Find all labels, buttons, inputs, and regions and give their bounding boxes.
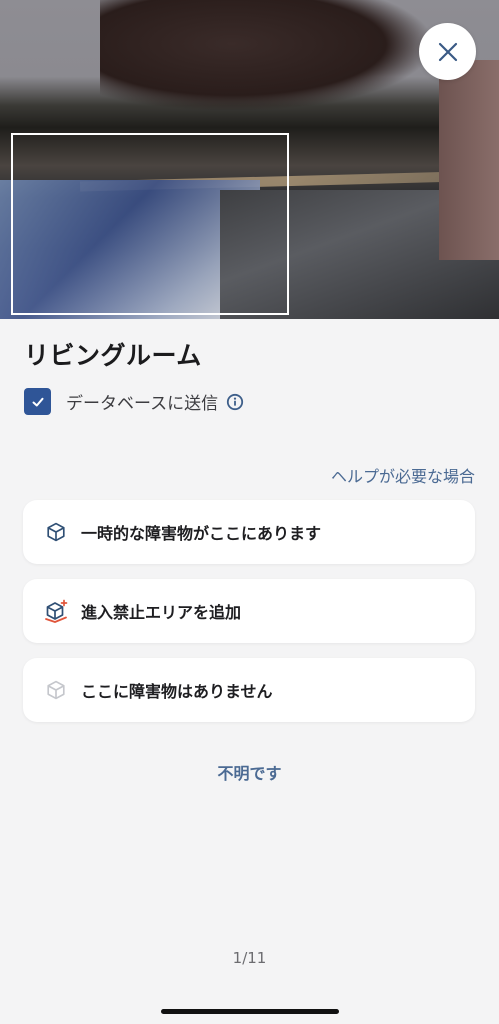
choice-add-no-go-zone[interactable]: 進入禁止エリアを追加 [23,579,475,643]
info-icon[interactable] [226,393,244,411]
room-title: リビングルーム [24,341,202,370]
box-add-icon [44,599,68,623]
choice-temporary-obstacle[interactable]: 一時的な障害物がここにあります [23,500,475,564]
close-icon [438,42,457,61]
send-to-database-label: データベースに送信 [66,394,219,414]
photo-furniture [439,60,499,260]
box-outline-icon [44,678,68,702]
box-icon [44,520,68,544]
choice-no-obstacle[interactable]: ここに障害物はありません [23,658,475,722]
checkmark-icon [32,397,43,406]
send-to-database-checkbox[interactable] [24,388,51,415]
page-indicator: 1/11 [232,949,267,967]
choice-label: 一時的な障害物がここにあります [81,524,322,543]
unknown-button[interactable]: 不明です [0,760,499,784]
choice-label: 進入禁止エリアを追加 [81,603,242,622]
close-button[interactable] [419,23,476,80]
choice-label: ここに障害物はありません [81,682,273,701]
photo-shadow [100,0,430,110]
help-link[interactable]: ヘルプが必要な場合 [331,463,475,487]
home-indicator [161,1009,339,1014]
send-to-database-row: データベースに送信 [24,387,244,416]
detection-box [11,133,289,315]
